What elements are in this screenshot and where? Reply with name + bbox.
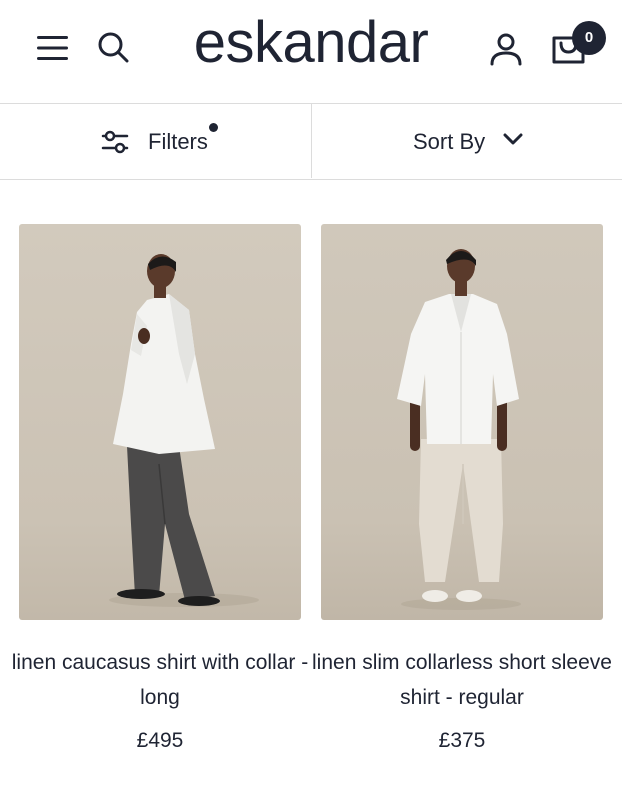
product-price: £495 bbox=[136, 729, 184, 752]
product-price: £375 bbox=[438, 729, 486, 752]
product-image[interactable] bbox=[321, 224, 603, 620]
sort-by-label: Sort By bbox=[413, 129, 486, 154]
product-image[interactable] bbox=[19, 224, 301, 620]
filters-button[interactable]: Filters bbox=[0, 104, 311, 178]
sort-by-button[interactable]: Sort By bbox=[311, 104, 622, 178]
product-title[interactable]: linen caucasus shirt with collar - long bbox=[9, 645, 311, 715]
chevron-down-icon bbox=[503, 133, 523, 145]
active-filter-indicator bbox=[209, 123, 218, 132]
site-logo[interactable]: eskandar bbox=[0, 14, 622, 72]
cart-count-badge[interactable]: 0 bbox=[572, 21, 606, 55]
site-header: eskandar 0 bbox=[0, 0, 622, 104]
collection-toolbar: Filters Sort By bbox=[0, 104, 622, 180]
account-icon[interactable] bbox=[489, 32, 523, 66]
filters-label: Filters bbox=[148, 129, 208, 154]
product-title[interactable]: linen slim collarless short sleeve shirt… bbox=[311, 645, 613, 715]
filter-sliders-icon bbox=[101, 130, 129, 154]
